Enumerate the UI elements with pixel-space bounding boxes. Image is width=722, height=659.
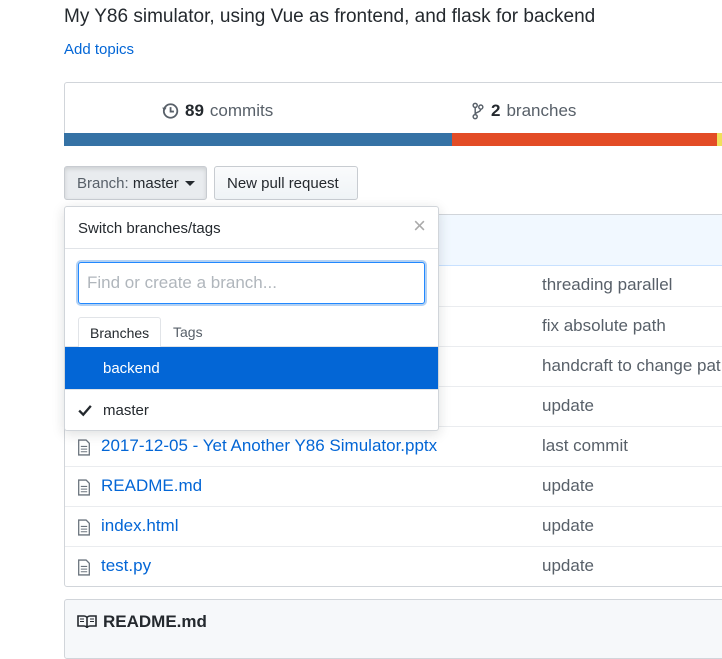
tab-branches[interactable]: Branches [78, 317, 162, 348]
file-name-link[interactable]: 2017-12-05 - Yet Another Y86 Simulator.p… [101, 436, 437, 456]
branches-count: 2 [491, 101, 501, 120]
branch-filter-input[interactable] [78, 262, 425, 304]
commits-count: 89 [185, 101, 204, 120]
branch-icon [472, 102, 484, 120]
branch-select-button[interactable]: Branch: master [64, 166, 207, 200]
branch-prefix: Branch: [77, 174, 129, 192]
branch-item-master[interactable]: master [65, 389, 438, 430]
language-segment[interactable] [64, 133, 452, 146]
branch-dropdown: Switch branches/tags × Branches Tags bac… [64, 206, 439, 431]
dropdown-tabs: Branches Tags [65, 317, 438, 348]
file-name-link[interactable]: test.py [101, 556, 151, 576]
dropdown-header: Switch branches/tags × [65, 207, 438, 249]
commits-label: commits [209, 101, 274, 120]
history-icon [162, 103, 179, 119]
table-row: index.html update [65, 506, 722, 546]
table-row: test.py update [65, 546, 722, 586]
commit-message-link[interactable]: handcraft to change pat [542, 356, 721, 376]
file-icon [78, 519, 90, 536]
file-name-link[interactable]: README.md [101, 476, 202, 496]
new-pull-request-button[interactable]: New pull request [214, 166, 358, 200]
commit-message-link[interactable]: update [542, 476, 594, 496]
file-icon [78, 559, 90, 576]
file-icon [78, 479, 90, 496]
readme-box: README.md [64, 599, 722, 659]
commit-message-link[interactable]: last commit [542, 436, 628, 456]
language-segment[interactable] [451, 133, 717, 146]
add-topics-link[interactable]: Add topics [64, 41, 134, 58]
commit-message-link[interactable]: fix absolute path [542, 316, 666, 336]
check-icon [78, 405, 92, 417]
current-branch: master [132, 174, 179, 192]
close-icon[interactable]: × [413, 215, 426, 237]
book-icon [77, 615, 97, 629]
branch-item-label: master [103, 402, 149, 419]
table-row: README.md update [65, 466, 722, 506]
file-name-link[interactable]: index.html [101, 516, 178, 536]
branches-link[interactable]: 2 branches [471, 101, 576, 121]
dropdown-title: Switch branches/tags [78, 220, 221, 237]
branch-item-label: backend [103, 359, 160, 377]
commit-message-link[interactable]: threading parallel [542, 275, 672, 295]
commits-link[interactable]: 89 commits [161, 101, 273, 121]
branches-label: branches [506, 101, 577, 120]
readme-title: README.md [103, 612, 207, 631]
table-row: 2017-12-05 - Yet Another Y86 Simulator.p… [65, 426, 722, 466]
language-bar[interactable] [64, 133, 722, 146]
caret-down-icon [184, 180, 195, 186]
tab-tags[interactable]: Tags [162, 317, 214, 347]
commit-message-link[interactable]: update [542, 516, 594, 536]
language-segment[interactable] [716, 133, 722, 146]
branch-item-backend[interactable]: backend [65, 347, 438, 389]
commit-message-link[interactable]: update [542, 396, 594, 416]
repo-description: My Y86 simulator, using Vue as frontend,… [64, 6, 596, 27]
readme-header: README.md [77, 612, 207, 632]
file-icon [78, 439, 90, 456]
commit-message-link[interactable]: update [542, 556, 594, 576]
